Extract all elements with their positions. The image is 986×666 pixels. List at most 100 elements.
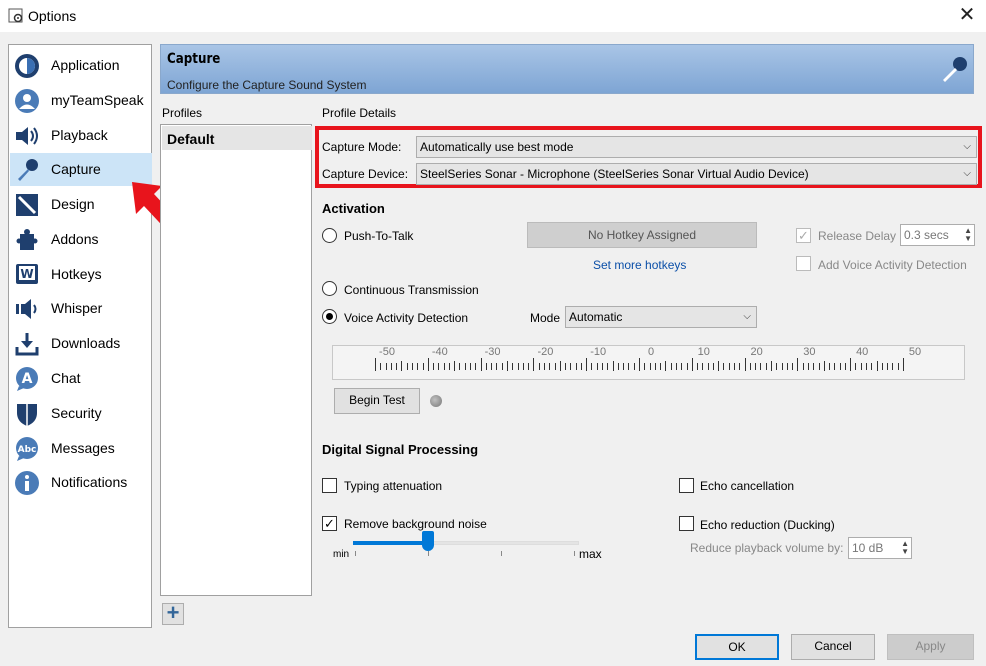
reduce-volume-spinbox[interactable]: 10 dB ▲ ▼ — [848, 537, 912, 559]
options-icon — [8, 8, 23, 23]
meter-tick — [760, 363, 762, 370]
sidebar-item-label: Downloads — [51, 335, 121, 351]
hotkey-button[interactable]: No Hotkey Assigned — [527, 222, 757, 248]
close-button[interactable]: ✕ — [955, 4, 979, 26]
speaker-icon — [16, 127, 38, 145]
chevron-down-icon: ⌵ — [963, 168, 971, 179]
sidebar-item-myteamspeak[interactable]: myTeamSpeak — [10, 84, 152, 117]
sidebar-item-chat[interactable]: A Chat — [10, 362, 152, 395]
remove-noise-label: Remove background noise — [344, 517, 487, 531]
meter-tick — [433, 363, 435, 370]
sidebar-item-notifications[interactable]: Notifications — [10, 466, 152, 499]
meter-tick — [406, 363, 408, 370]
add-profile-button[interactable]: + — [162, 602, 184, 625]
sidebar-item-label: myTeamSpeak — [51, 92, 144, 108]
meter-tick-label: 40 — [856, 346, 869, 358]
cancel-button[interactable]: Cancel — [791, 634, 875, 660]
meter-tick — [475, 363, 477, 370]
sidebar-item-security[interactable]: Security — [10, 397, 152, 430]
noise-slider-fill — [353, 541, 429, 545]
sidebar-item-messages[interactable]: Abc Messages — [10, 432, 152, 465]
meter-tick — [723, 363, 725, 370]
meter-tick — [380, 363, 382, 370]
meter-tick — [712, 363, 714, 370]
meter-tick — [802, 363, 804, 370]
capture-mode-select[interactable]: Automatically use best mode ⌵ — [416, 136, 977, 158]
meter-tick — [765, 363, 767, 370]
microphone-icon — [18, 159, 38, 181]
meter-tick — [491, 363, 493, 370]
slider-min-label: min — [333, 549, 350, 560]
voice-activity-radio[interactable] — [322, 309, 337, 324]
echo-cancellation-checkbox[interactable] — [679, 478, 694, 493]
meter-tick — [744, 358, 746, 371]
meter-tick — [427, 358, 429, 371]
push-to-talk-radio[interactable] — [322, 228, 337, 243]
meter-tick — [755, 363, 757, 370]
continuous-transmission-radio[interactable] — [322, 281, 337, 296]
meter-tick — [586, 358, 588, 371]
meter-tick — [602, 363, 604, 370]
svg-text:A: A — [22, 371, 33, 387]
sidebar-item-label: Capture — [51, 161, 101, 177]
chat-icon: A — [16, 367, 38, 391]
meter-tick — [443, 363, 445, 370]
window-title: Options — [28, 8, 77, 24]
meter-tick-label: -20 — [537, 346, 554, 358]
meter-tick — [749, 363, 751, 370]
apply-button[interactable]: Apply — [887, 634, 974, 660]
meter-tick — [628, 363, 630, 370]
typing-attenuation-checkbox[interactable] — [322, 478, 337, 493]
mode-label: Mode — [530, 311, 561, 325]
meter-tick — [538, 363, 540, 370]
meter-tick — [776, 363, 778, 370]
meter-tick — [691, 358, 693, 371]
set-more-hotkeys-link[interactable]: Set more hotkeys — [593, 258, 686, 272]
meter-tick — [623, 363, 625, 370]
capture-mode-value: Automatically use best mode — [420, 140, 574, 154]
add-vad-checkbox[interactable] — [796, 256, 811, 271]
meter-tick — [401, 361, 403, 371]
mode-select[interactable]: Automatic ⌵ — [565, 306, 757, 328]
meter-tick — [411, 363, 413, 370]
meter-tick — [559, 361, 561, 371]
capture-device-select[interactable]: SteelSeries Sonar - Microphone (SteelSer… — [416, 163, 977, 185]
reduce-volume-value: 10 dB — [852, 541, 884, 555]
section-title: Capture — [167, 51, 221, 67]
meter-tick — [554, 363, 556, 370]
keyboard-icon: W — [16, 264, 38, 284]
meter-tick — [459, 363, 461, 370]
messages-icon: Abc — [16, 437, 38, 461]
begin-test-button[interactable]: Begin Test — [334, 388, 420, 414]
echo-reduction-checkbox[interactable] — [679, 516, 694, 531]
meter-tick-label: -40 — [431, 346, 448, 358]
application-icon — [15, 54, 39, 78]
meter-tick — [639, 358, 640, 371]
meter-tick — [702, 363, 704, 370]
release-delay-spinbox[interactable]: 0.3 secs ▲ ▼ — [900, 224, 975, 246]
meter-tick — [396, 363, 398, 370]
slider-max-label: max — [579, 547, 602, 561]
sidebar-item-label: Addons — [51, 231, 99, 247]
profile-item-default[interactable]: Default — [162, 126, 312, 150]
remove-noise-checkbox[interactable]: ✓ — [322, 516, 337, 531]
activation-heading: Activation — [322, 201, 385, 216]
meter-tick — [485, 363, 487, 370]
meter-tick — [670, 363, 672, 370]
sidebar-item-whisper[interactable]: Whisper — [10, 292, 152, 325]
sidebar-item-application[interactable]: Application — [10, 49, 152, 82]
meter-tick — [470, 363, 472, 370]
meter-tick — [792, 363, 794, 370]
sidebar-item-playback[interactable]: Playback — [10, 119, 152, 152]
meter-tick — [813, 363, 815, 370]
meter-tick — [575, 363, 577, 370]
meter-tick — [771, 361, 772, 371]
noise-slider-thumb[interactable] — [422, 531, 434, 551]
test-indicator-icon — [430, 395, 442, 407]
ok-button[interactable]: OK — [695, 634, 779, 660]
meter-tick — [543, 363, 545, 370]
release-delay-checkbox[interactable]: ✓ — [796, 228, 811, 243]
sidebar-item-hotkeys[interactable]: W Hotkeys — [10, 258, 152, 291]
meter-tick — [807, 363, 809, 370]
sidebar-item-downloads[interactable]: Downloads — [10, 327, 152, 360]
